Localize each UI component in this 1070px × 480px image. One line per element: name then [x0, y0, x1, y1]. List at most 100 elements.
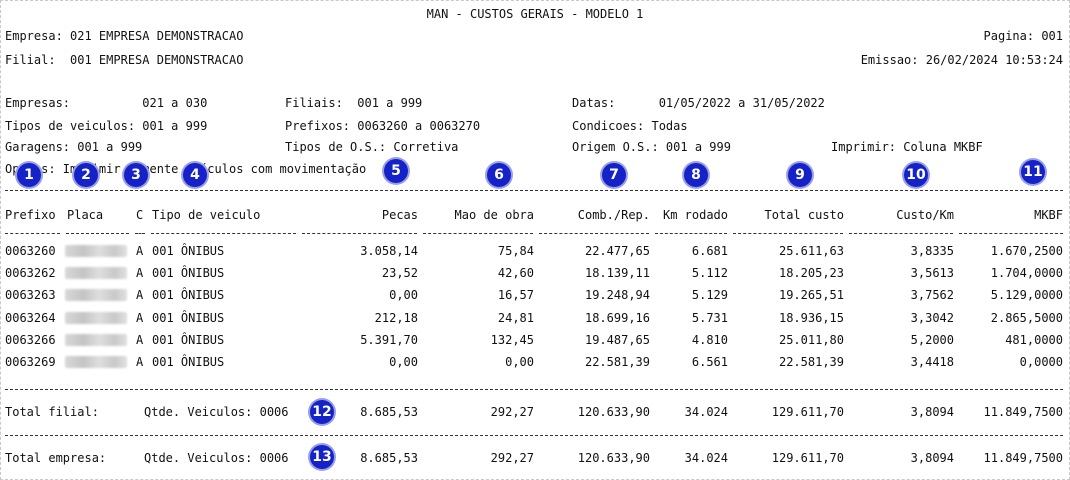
row-comb: 19.487,65 [584, 333, 650, 347]
total-mkbf: 11.849,7500 [983, 405, 1063, 419]
total-mkbf: 11.849,7500 [983, 451, 1063, 465]
row-km: 4.810 [691, 333, 728, 347]
row-total: 25.611,63 [778, 244, 844, 258]
row-c: A [136, 266, 144, 280]
header-underline [423, 233, 533, 234]
header-underline [849, 233, 953, 234]
divider [5, 435, 1063, 436]
filter-filiais: Filiais: 001 a 999 [285, 96, 423, 110]
row-prefixo: 0063263 [5, 288, 56, 302]
pagina-line: Pagina: 001 [983, 29, 1063, 43]
row-comb: 22.477,65 [584, 244, 650, 258]
header-underline [959, 233, 1063, 234]
total-km: 34.024 [684, 451, 728, 465]
emissao-line: Emissao: 26/02/2024 10:53:24 [860, 53, 1063, 67]
total-label: Total empresa: [5, 451, 107, 465]
divider [5, 389, 1063, 390]
filter-tipos-veiculos: Tipos de veiculos: 001 a 999 [5, 119, 208, 133]
filter-imprimir: Imprimir: Coluna MKBF [831, 140, 983, 154]
row-mkbf: 5.129,0000 [990, 288, 1063, 302]
filial-line: Filial: 001 EMPRESA DEMONSTRACAO [5, 53, 244, 67]
col-mkbf: MKBF [1034, 208, 1063, 222]
row-tipo: 001 ÔNIBUS [152, 333, 225, 347]
total-total: 129.611,70 [771, 451, 844, 465]
filter-empresas: Empresas: 021 a 030 [5, 96, 208, 110]
row-pecas: 5.391,70 [360, 333, 418, 347]
row-km: 6.561 [691, 355, 728, 369]
total-label: Total filial: [5, 405, 99, 419]
total-qtde: Qtde. Veiculos: 0006 [144, 451, 289, 465]
filter-tipos-os: Tipos de O.S.: Corretiva [285, 140, 459, 154]
redacted-placa [65, 289, 127, 301]
row-mao: 16,57 [497, 288, 534, 302]
callout-badge: 8 [684, 163, 708, 187]
total-custokm: 3,8094 [910, 405, 954, 419]
row-tipo: 001 ÔNIBUS [152, 266, 225, 280]
redacted-placa [65, 312, 127, 324]
row-tipo: 001 ÔNIBUS [152, 288, 225, 302]
row-km: 6.681 [691, 244, 728, 258]
header-underline [655, 233, 727, 234]
row-tipo: 001 ÔNIBUS [152, 244, 225, 258]
row-c: A [136, 288, 144, 302]
row-pecas: 212,18 [374, 311, 418, 325]
row-pecas: 3.058,14 [360, 244, 418, 258]
total-mao: 292,27 [490, 451, 534, 465]
header-underline [539, 233, 649, 234]
row-c: A [136, 244, 144, 258]
col-custokm: Custo/Km [896, 208, 954, 222]
row-mkbf: 0,0000 [1019, 355, 1063, 369]
callout-badge: 9 [788, 163, 812, 187]
total-pecas: 8.685,53 [360, 451, 418, 465]
row-pecas: 23,52 [381, 266, 418, 280]
row-custokm: 3,5613 [910, 266, 954, 280]
row-custokm: 3,7562 [910, 288, 954, 302]
row-total: 18.205,23 [778, 266, 844, 280]
callout-badge: 6 [487, 163, 511, 187]
row-km: 5.112 [691, 266, 728, 280]
row-c: A [136, 333, 144, 347]
filter-prefixos: Prefixos: 0063260 a 0063270 [285, 119, 481, 133]
col-km: Km rodado [662, 208, 728, 222]
header-underline [302, 233, 417, 234]
row-km: 5.129 [691, 288, 728, 302]
callout-badge: 12 [310, 400, 334, 424]
col-total: Total custo [764, 208, 844, 222]
row-km: 5.731 [691, 311, 728, 325]
row-total: 19.265,51 [778, 288, 844, 302]
filter-datas: Datas: 01/05/2022 a 31/05/2022 [572, 96, 825, 110]
col-pecas: Pecas [381, 208, 418, 222]
callout-badge: 10 [904, 163, 928, 187]
row-total: 18.936,15 [778, 311, 844, 325]
row-prefixo: 0063266 [5, 333, 56, 347]
row-c: A [136, 311, 144, 325]
col-mao: Mao de obra [454, 208, 534, 222]
callout-badge: 1 [17, 163, 41, 187]
row-comb: 22.581,39 [584, 355, 650, 369]
header-underline [733, 233, 843, 234]
total-km: 34.024 [684, 405, 728, 419]
row-mao: 75,84 [497, 244, 534, 258]
col-placa: Placa [67, 208, 104, 222]
col-tipo: Tipo de veiculo [152, 208, 261, 222]
row-mao: 42,60 [497, 266, 534, 280]
col-comb: Comb./Rep. [577, 208, 650, 222]
row-c: A [136, 355, 144, 369]
row-custokm: 3,4418 [910, 355, 954, 369]
callout-badge: 7 [602, 163, 626, 187]
redacted-placa [65, 356, 127, 368]
row-mkbf: 1.704,0000 [990, 266, 1063, 280]
callout-badge: 2 [74, 163, 98, 187]
total-comb: 120.633,90 [577, 405, 650, 419]
total-total: 129.611,70 [771, 405, 844, 419]
redacted-placa [65, 267, 127, 279]
row-comb: 19.248,94 [584, 288, 650, 302]
filter-condicoes: Condicoes: Todas [572, 119, 688, 133]
row-mkbf: 1.670,2500 [990, 244, 1063, 258]
total-comb: 120.633,90 [577, 451, 650, 465]
col-prefixo: Prefixo [5, 208, 56, 222]
row-mkbf: 2.865,5000 [990, 311, 1063, 325]
header-underline [135, 233, 145, 234]
row-comb: 18.699,16 [584, 311, 650, 325]
callout-badge: 3 [124, 163, 148, 187]
